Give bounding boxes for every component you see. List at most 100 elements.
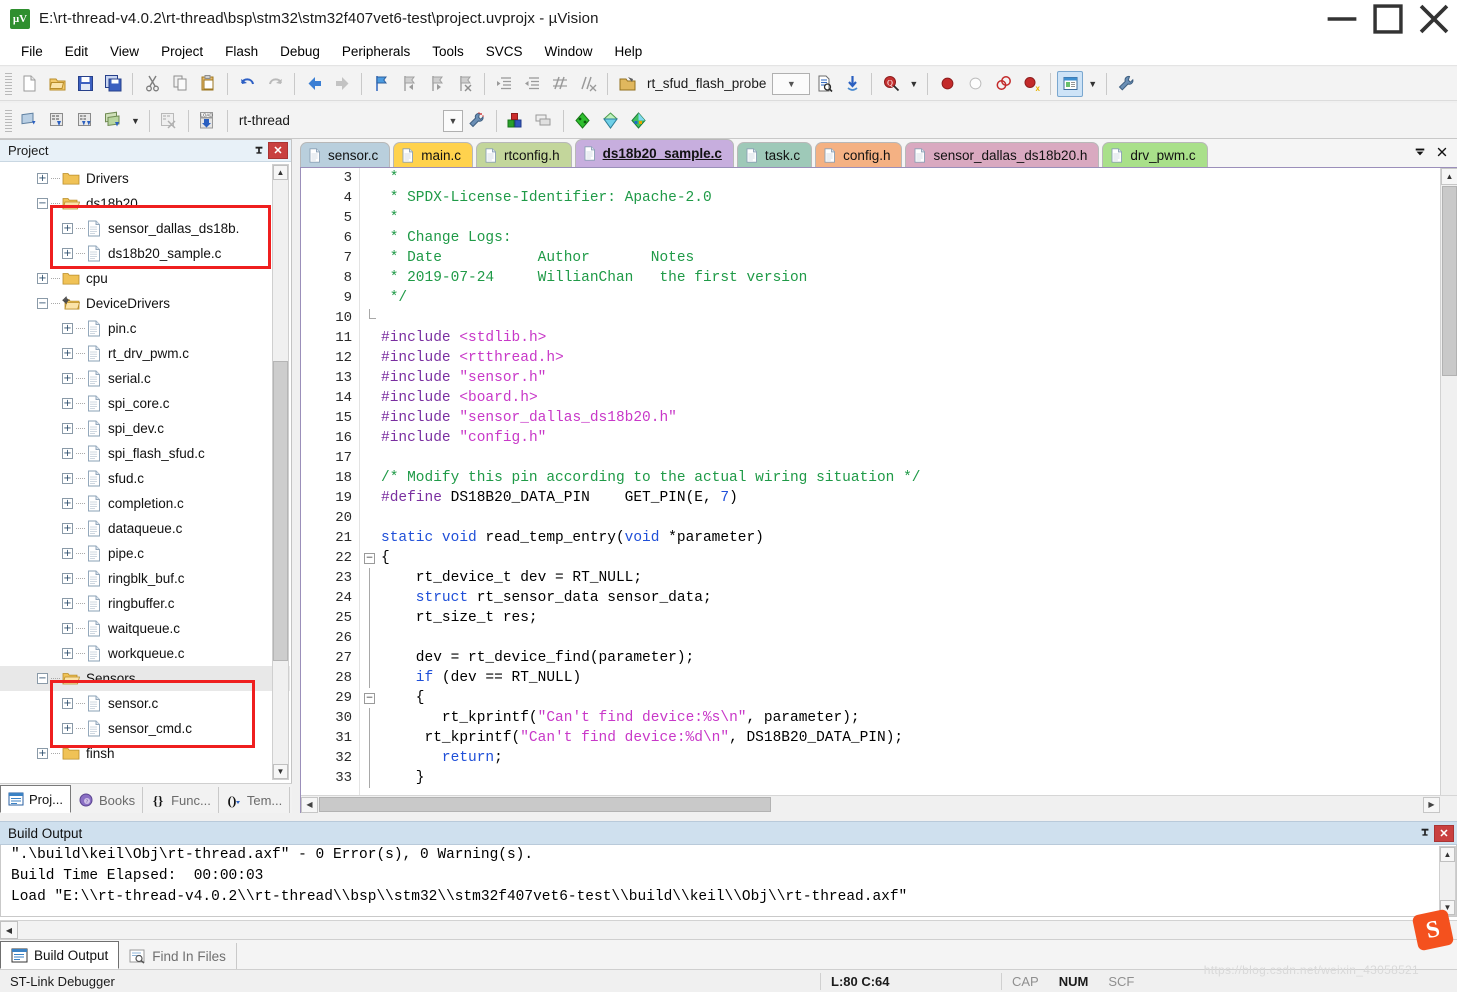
editor-tab-config-h[interactable]: config.h (815, 142, 903, 167)
tree-item-ds18b20[interactable]: − ds18b20 (0, 191, 290, 216)
scrollbar-thumb[interactable] (273, 361, 288, 661)
fold-collapse-icon[interactable]: − (364, 692, 375, 704)
scroll-left-button[interactable]: ◀ (301, 796, 318, 813)
close-tab-icon[interactable] (1431, 141, 1453, 163)
tree-item-pipe-c[interactable]: + pipe.c (0, 541, 290, 566)
expand-icon[interactable]: + (62, 723, 73, 734)
batch-build-icon[interactable] (100, 108, 126, 134)
tree-item-completion-c[interactable]: + completion.c (0, 491, 290, 516)
scroll-up-button[interactable]: ▲ (1440, 847, 1455, 862)
open-file-icon[interactable] (44, 71, 70, 97)
bookmark-toggle-icon[interactable] (368, 71, 394, 97)
stop-build-icon[interactable] (156, 108, 182, 134)
code-folding-column[interactable]: − − (359, 168, 381, 795)
collapse-icon[interactable]: − (37, 198, 48, 209)
tree-item-sfud-c[interactable]: + sfud.c (0, 466, 290, 491)
save-all-icon[interactable] (100, 71, 126, 97)
fold-collapse-icon[interactable]: − (364, 552, 375, 564)
menu-project[interactable]: Project (150, 41, 214, 62)
save-icon[interactable] (72, 71, 98, 97)
search-dropdown-icon[interactable]: ▼ (909, 79, 918, 89)
fold-cell[interactable]: − (360, 688, 381, 708)
menu-view[interactable]: View (99, 41, 150, 62)
tab-books[interactable]: ? Books (71, 787, 144, 813)
tree-item-rt-drv-pwm-c[interactable]: + rt_drv_pwm.c (0, 341, 290, 366)
pin-icon[interactable] (1416, 824, 1434, 842)
scrollbar-thumb[interactable] (319, 797, 771, 812)
editor-tab-drv-pwm-c[interactable]: drv_pwm.c (1102, 142, 1208, 167)
tab-functions[interactable]: {} Func... (143, 787, 219, 813)
configuration-wizard-icon[interactable] (570, 108, 596, 134)
collapse-icon[interactable]: − (37, 673, 48, 684)
configure-icon[interactable] (1113, 71, 1139, 97)
tree-item-dataqueue-c[interactable]: + dataqueue.c (0, 516, 290, 541)
tab-project[interactable]: Proj... (0, 785, 71, 813)
tree-item-workqueue-c[interactable]: + workqueue.c (0, 641, 290, 666)
tab-templates[interactable]: () Tem... (219, 787, 291, 813)
editor-tab-rtconfig-h[interactable]: rtconfig.h (476, 142, 572, 167)
expand-icon[interactable]: + (62, 598, 73, 609)
tree-item-serial-c[interactable]: + serial.c (0, 366, 290, 391)
editor-tab-sensor-c[interactable]: sensor.c (300, 142, 391, 167)
menu-help[interactable]: Help (604, 41, 654, 62)
tree-item-spi-dev-c[interactable]: + spi_dev.c (0, 416, 290, 441)
window-layout-dropdown-icon[interactable]: ▼ (1088, 79, 1097, 89)
expand-icon[interactable]: + (37, 748, 48, 759)
editor-tab-main-c[interactable]: main.c (393, 142, 474, 167)
menu-peripherals[interactable]: Peripherals (331, 41, 421, 62)
tree-item-pin-c[interactable]: + pin.c (0, 316, 290, 341)
navigate-back-icon[interactable] (301, 71, 327, 97)
tree-item-spi-core-c[interactable]: + spi_core.c (0, 391, 290, 416)
expand-icon[interactable]: + (62, 498, 73, 509)
bookmark-next-icon[interactable] (424, 71, 450, 97)
scroll-right-button[interactable]: ▶ (1423, 796, 1440, 813)
editor-vertical-scrollbar[interactable]: ▲ (1440, 168, 1457, 795)
multiproject-icon[interactable] (531, 108, 557, 134)
toolbar-grip[interactable] (5, 72, 12, 95)
expand-icon[interactable]: + (62, 423, 73, 434)
project-panel-close-button[interactable]: ✕ (268, 142, 288, 159)
translate-icon[interactable] (16, 108, 42, 134)
editor-tab-task-c[interactable]: task.c (736, 142, 813, 167)
menu-window[interactable]: Window (533, 41, 603, 62)
collapse-icon[interactable]: − (37, 298, 48, 309)
target-options-icon[interactable] (464, 108, 490, 134)
menu-flash[interactable]: Flash (214, 41, 269, 62)
expand-icon[interactable]: + (62, 698, 73, 709)
tree-item-ringblk-buf-c[interactable]: + ringblk_buf.c (0, 566, 290, 591)
tree-item-sensor-cmd-c[interactable]: + sensor_cmd.c (0, 716, 290, 741)
expand-icon[interactable]: + (62, 523, 73, 534)
open-project-icon[interactable] (614, 71, 640, 97)
scrollbar-thumb[interactable] (1442, 186, 1457, 376)
function-dropdown[interactable]: ▼ (772, 72, 811, 95)
bookmark-prev-icon[interactable] (396, 71, 422, 97)
comment-icon[interactable] (547, 71, 573, 97)
build-output-vertical-scrollbar[interactable]: ▲ ▼ (1439, 846, 1456, 916)
scroll-up-button[interactable]: ▲ (273, 165, 288, 180)
manage-runtime-icon[interactable] (626, 108, 652, 134)
expand-icon[interactable]: + (62, 323, 73, 334)
pack-installer-icon[interactable] (598, 108, 624, 134)
scroll-left-button[interactable]: ◀ (0, 921, 18, 939)
tree-item-sensor-c[interactable]: + sensor.c (0, 691, 290, 716)
tree-item-devicedrivers[interactable]: − DeviceDrivers (0, 291, 290, 316)
editor-horizontal-scrollbar[interactable]: ◀ ▶ (301, 795, 1457, 813)
search-icon[interactable]: Q (878, 71, 904, 97)
project-tree-vertical-scrollbar[interactable]: ▲ ▼ (272, 164, 289, 780)
outdent-icon[interactable] (519, 71, 545, 97)
build-output-horizontal-scrollbar[interactable]: ◀ ▶ (0, 920, 1457, 939)
expand-icon[interactable]: + (62, 398, 73, 409)
manage-project-items-icon[interactable] (503, 108, 529, 134)
tree-item-drivers[interactable]: + Drivers (0, 166, 290, 191)
menu-file[interactable]: File (10, 41, 54, 62)
menu-tools[interactable]: Tools (421, 41, 475, 62)
indent-icon[interactable] (491, 71, 517, 97)
expand-icon[interactable]: + (62, 348, 73, 359)
pin-icon[interactable] (250, 142, 268, 160)
rebuild-icon[interactable] (72, 108, 98, 134)
expand-icon[interactable]: + (62, 223, 73, 234)
build-output-close-button[interactable]: ✕ (1434, 824, 1454, 842)
expand-icon[interactable]: + (62, 573, 73, 584)
fold-cell[interactable]: − (360, 548, 381, 568)
tree-item-ds18b20-sample-c[interactable]: + ds18b20_sample.c (0, 241, 290, 266)
